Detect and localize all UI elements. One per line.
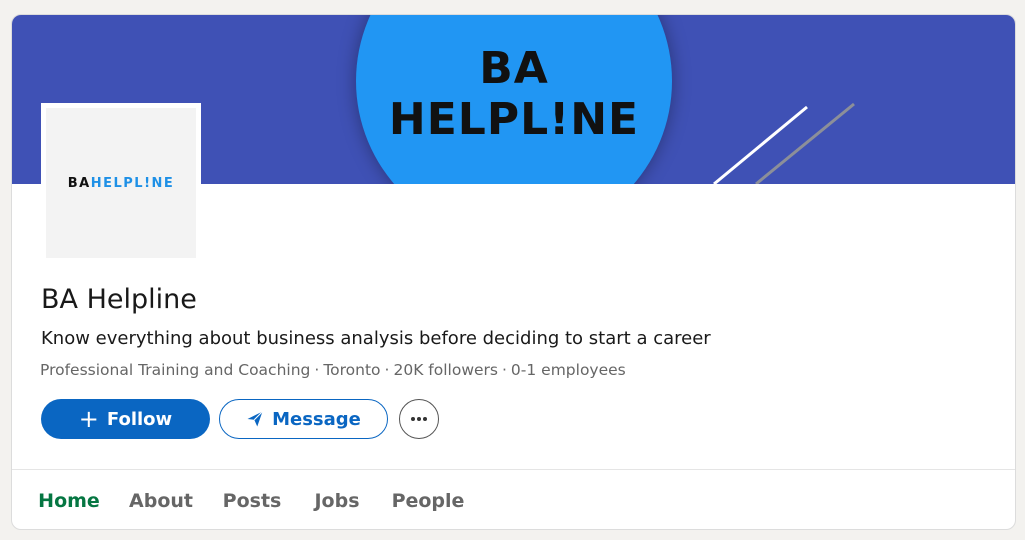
company-logo[interactable]: BAHELPL!NE — [41, 103, 201, 263]
banner-line-gray — [755, 102, 855, 184]
company-industry: Professional Training and Coaching — [40, 361, 311, 379]
message-button[interactable]: Message — [219, 399, 388, 439]
banner-line-white — [713, 105, 808, 184]
tab-about[interactable]: About — [124, 470, 198, 529]
tab-posts[interactable]: Posts — [217, 470, 287, 529]
meta-separator: · — [314, 361, 320, 379]
company-meta: Professional Training and Coaching · Toron… — [40, 361, 626, 379]
logo-wordmark: BAHELPL!NE — [68, 176, 175, 191]
ellipsis-icon — [411, 417, 427, 421]
company-logo-image: BAHELPL!NE — [46, 108, 196, 258]
follow-button-label: Follow — [106, 408, 173, 430]
more-options-button[interactable] — [399, 399, 439, 439]
profile-tabs: Home About Posts Jobs People — [12, 470, 1015, 529]
meta-separator: · — [501, 361, 507, 379]
company-tagline: Know everything about business analysis … — [41, 328, 711, 349]
follow-button[interactable]: + Follow — [41, 399, 210, 439]
meta-separator: · — [384, 361, 390, 379]
logo-text-ba: BA — [67, 175, 91, 191]
company-location: Toronto — [323, 361, 381, 379]
tab-people[interactable]: People — [388, 470, 468, 529]
message-button-label: Message — [272, 408, 361, 430]
company-followers[interactable]: 20K followers — [393, 361, 498, 379]
tab-home[interactable]: Home — [26, 470, 112, 529]
company-profile-card: BA HELPL!NE BAHELPL!NE BA Helpline Know … — [11, 14, 1016, 530]
logo-text-helpline: HELPL!NE — [90, 175, 175, 191]
company-name: BA Helpline — [41, 284, 197, 315]
paper-plane-icon — [247, 411, 263, 427]
tab-jobs[interactable]: Jobs — [307, 470, 367, 529]
company-employees[interactable]: 0-1 employees — [511, 361, 626, 379]
plus-icon: + — [78, 405, 99, 433]
